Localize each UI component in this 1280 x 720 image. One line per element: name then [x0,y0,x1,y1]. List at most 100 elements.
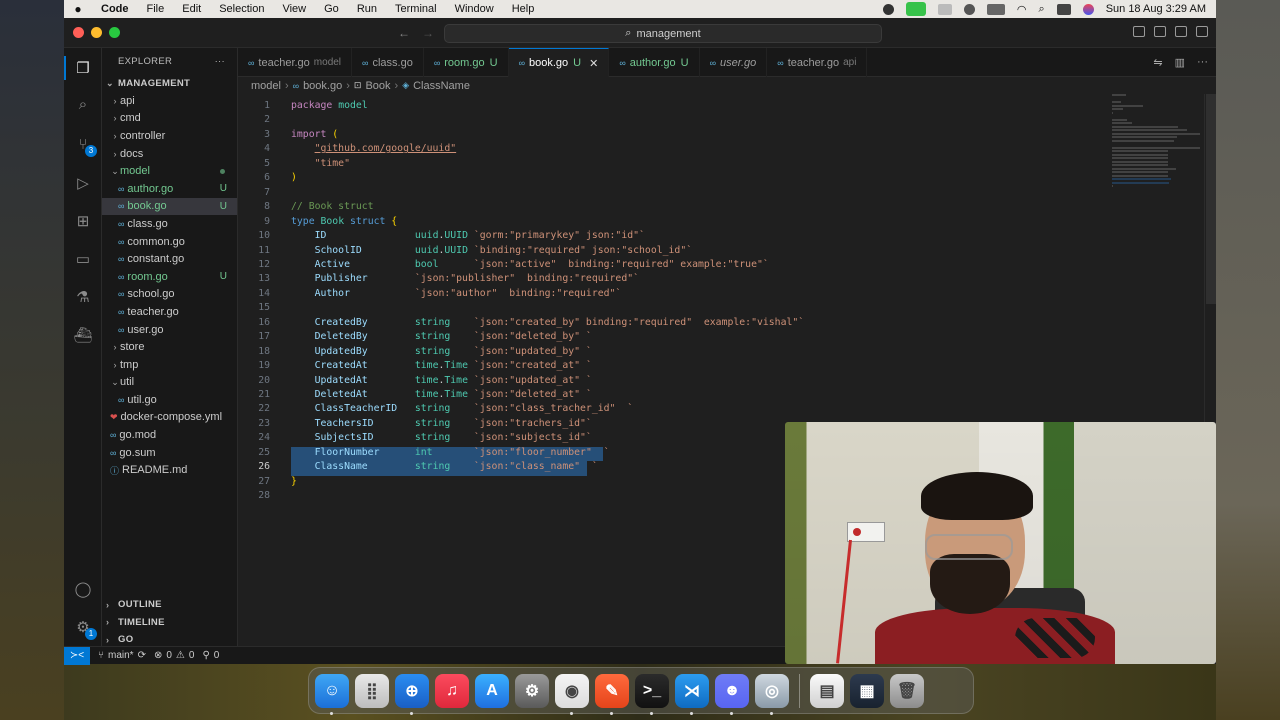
file-item[interactable]: ∞ go.sum [102,444,237,462]
workspace-root[interactable]: ⌄ MANAGEMENT [102,75,237,92]
file-item[interactable]: ∞ teacher.go [102,303,237,321]
code-line[interactable]: DeletedAt time.Time `json:"deleted_at" ` [291,389,592,400]
menu-terminal[interactable]: Terminal [386,3,446,15]
more-actions-icon[interactable]: ··· [1197,56,1208,68]
code-line[interactable]: import ( [291,129,338,140]
file-item[interactable]: ∞ util.go [102,391,237,409]
code-line[interactable]: FloorNumber int `json:"floor_number" ` [291,447,610,458]
toggle-secondary-sidebar-icon[interactable] [1175,26,1187,37]
close-window-button[interactable] [73,27,84,38]
dock-documents-icon[interactable]: ▤ [810,673,844,708]
source-control-icon[interactable]: ⑂ 3 [72,133,97,157]
code-line[interactable]: "time" [291,158,350,169]
file-item[interactable]: ⓘ README.md [102,461,237,479]
folder-item[interactable]: › api [102,92,237,110]
file-item[interactable]: ∞ constant.go [102,250,237,268]
settings-gear-icon[interactable]: ⚙ 1 [72,616,97,640]
toggle-primary-sidebar-icon[interactable] [1133,26,1145,37]
editor-scrollbar-thumb[interactable] [1206,94,1216,304]
testing-icon[interactable]: ⚗ [72,286,94,308]
remote-indicator-icon[interactable]: ≻< [64,646,90,665]
explorer-icon[interactable]: ❐ [72,57,94,79]
file-item[interactable]: ∞ author.go U [102,180,237,198]
editor-tab[interactable]: ∞ author.go U [609,48,700,77]
editor-tab[interactable]: ∞ book.go U ✕ [508,48,610,77]
code-line[interactable]: SubjectsID string `json:"subjects_id"` [291,432,592,443]
customize-layout-icon[interactable] [1196,26,1208,37]
menu-file[interactable]: File [138,3,174,15]
minimap[interactable] [1112,94,1202,187]
forward-arrow-icon[interactable]: → [422,26,434,40]
code-line[interactable]: // Book struct [291,201,374,212]
close-tab-icon[interactable]: ✕ [589,57,598,70]
git-branch-status[interactable]: ⑂ main* ⟳ [98,650,146,661]
editor-tab[interactable]: ∞ class.go [352,48,424,77]
file-item[interactable]: ❤ docker-compose.yml [102,409,237,427]
dock-music-icon[interactable]: ♫ [435,673,469,708]
code-line[interactable]: ) [291,172,297,183]
compare-changes-icon[interactable]: ⇋ [1153,56,1162,69]
dock-draw-icon[interactable]: ✎ [595,673,629,715]
editor-tab[interactable]: ∞ room.go U [424,48,509,77]
code-line[interactable]: DeletedBy string `json:"deleted_by" ` [291,331,592,342]
problems-status[interactable]: ⊗ 0 ⚠ 0 [154,650,194,661]
wifi-icon[interactable]: ◠ [1017,3,1027,16]
siri-icon[interactable] [1082,3,1094,15]
dock-launchpad-icon[interactable]: ⣿ [355,673,389,708]
back-arrow-icon[interactable]: ← [398,26,410,40]
command-center-search[interactable]: ⌕ management [444,24,882,43]
code-line[interactable]: Author `json:"author" binding:"required"… [291,288,622,299]
editor-tab[interactable]: ∞ teacher.go model [238,48,353,77]
file-item[interactable]: ∞ class.go [102,215,237,233]
dock-system-settings-icon[interactable]: ⚙ [515,673,549,708]
folder-item[interactable]: › docs [102,145,237,163]
run-debug-icon[interactable]: ▷ [72,172,94,194]
extensions-icon[interactable]: ⊞ [72,210,94,232]
code-line[interactable]: CreatedAt time.Time `json:"created_at" ` [291,360,592,371]
dock-preview-icon[interactable]: ◎ [755,673,789,715]
toggle-panel-icon[interactable] [1154,26,1166,37]
spotlight-icon[interactable]: ⌕ [1039,3,1045,16]
explorer-more-icon[interactable]: ··· [215,56,225,67]
editor-tab[interactable]: ∞ teacher.go api [767,48,868,77]
code-line[interactable]: Active bool `json:"active" binding:"requ… [291,259,769,270]
code-line[interactable]: ID uuid.UUID `gorm:"primarykey" json:"id… [291,230,645,241]
code-line[interactable]: ClassTeacherID string `json:"class_trach… [291,403,634,414]
code-line[interactable]: UpdatedAt time.Time `json:"updated_at" ` [291,375,592,386]
menu-datetime[interactable]: Sun 18 Aug 3:29 AM [1106,3,1206,15]
code-line[interactable]: package model [291,100,368,111]
breadcrumb-struct[interactable]: Book [365,80,390,92]
dock-screens-icon[interactable]: ▦ [850,673,884,708]
folder-item[interactable]: › tmp [102,356,237,374]
folder-item[interactable]: ⌄ util [102,374,237,392]
screen-mirror-icon[interactable] [937,3,952,15]
folder-item[interactable]: › store [102,338,237,356]
facetime-icon[interactable] [905,2,926,16]
code-line[interactable]: CreatedBy string `json:"created_by" bind… [291,317,805,328]
sync-icon[interactable]: ⟳ [138,650,146,661]
zoom-window-button[interactable] [109,27,120,38]
folder-item[interactable]: ⌄ model [102,162,237,180]
file-item[interactable]: ∞ go.mod [102,426,237,444]
code-line[interactable]: ClassName string `json:"class_name" ` [291,461,598,472]
code-line[interactable]: Publisher `json:"publisher" binding:"req… [291,273,639,284]
file-item[interactable]: ∞ user.go [102,321,237,339]
search-view-icon[interactable]: ⌕ [72,93,94,115]
outline-section[interactable]: › OUTLINE [102,596,238,614]
file-item[interactable]: ∞ book.go U [102,197,237,216]
dock-finder-icon[interactable]: ☺ [315,673,349,715]
control-center-icon[interactable] [1056,3,1071,15]
code-line[interactable]: SchoolID uuid.UUID `binding:"required" j… [291,245,693,256]
editor-tab[interactable]: ∞ user.go [700,48,768,77]
minimize-window-button[interactable] [91,27,102,38]
dock-trash-icon[interactable]: 🗑 [890,673,924,708]
accounts-icon[interactable]: ◯ [72,578,94,600]
dock-chrome-icon[interactable]: ◉ [555,673,589,715]
menu-selection[interactable]: Selection [210,3,273,15]
dock-vs-code-icon[interactable]: ⋊ [675,673,709,715]
dock-discord-icon[interactable]: ☻ [715,673,749,715]
remote-explorer-icon[interactable]: ▭ [72,248,94,270]
menu-go[interactable]: Go [315,3,348,15]
file-item[interactable]: ∞ school.go [102,286,237,304]
docker-icon[interactable]: ⛴ [72,324,94,346]
